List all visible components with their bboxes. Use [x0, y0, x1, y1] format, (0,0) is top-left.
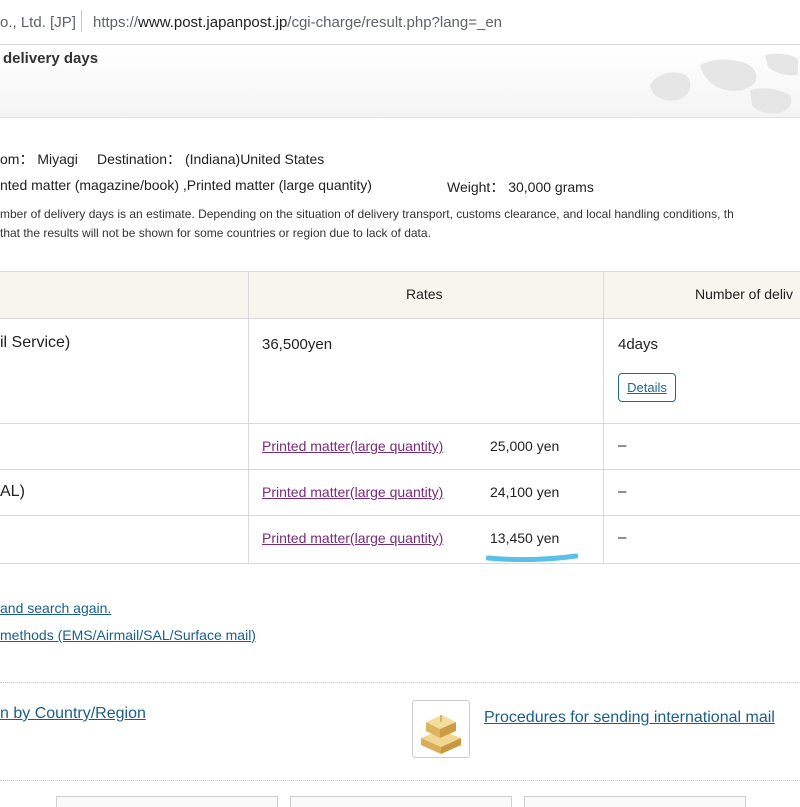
row-divider: [0, 469, 800, 470]
page-header: delivery days: [0, 45, 800, 118]
destination-label: Destination：: [97, 151, 182, 167]
site-identity-label[interactable]: o., Ltd. [JP]: [0, 14, 76, 31]
row-divider: [0, 515, 800, 516]
column-divider: [248, 272, 249, 563]
weight-value: 30,000 grams: [508, 179, 594, 195]
destination-info: Destination： (Indiana)United States: [97, 149, 324, 169]
rates-column-header: Rates: [406, 286, 443, 302]
bottom-tab[interactable]: [290, 796, 512, 807]
delivery-days-value: –: [618, 437, 627, 454]
delivery-days-column-header: Number of deliv: [695, 286, 794, 302]
url-host: www.post.japanpost.jp: [138, 14, 288, 31]
results-table: Rates Number of deliv: [0, 271, 800, 564]
rate-value: 36,500yen: [262, 336, 333, 353]
highlight-mark: [486, 553, 578, 562]
table-header-row: [0, 272, 800, 319]
printed-matter-link[interactable]: Printed matter(large quantity): [262, 530, 443, 546]
printed-matter-link[interactable]: Printed matter(large quantity): [262, 438, 443, 454]
item-type-info: nted matter (magazine/book) ,Printed mat…: [0, 177, 372, 193]
notice-line-2: that the results will not be shown for s…: [0, 226, 431, 240]
details-button[interactable]: Details: [618, 373, 676, 402]
weight-info: Weight： 30,000 grams: [447, 177, 594, 197]
service-name: AL): [0, 483, 25, 500]
rate-value: 25,000 yen: [490, 438, 560, 454]
rate-value: 24,100 yen: [490, 484, 560, 500]
origin-label: om：: [0, 151, 34, 167]
shipping-methods-link[interactable]: methods (EMS/Airmail/SAL/Surface mail): [0, 627, 256, 643]
cardboard-boxes-icon[interactable]: [412, 700, 470, 758]
browser-address-bar[interactable]: o., Ltd. [JP] https://www.post.japanpost…: [0, 0, 800, 45]
row-divider: [0, 423, 800, 424]
service-name: il Service): [0, 334, 71, 351]
bottom-tab[interactable]: [524, 796, 746, 807]
divider: [0, 682, 800, 683]
page-title: delivery days: [3, 50, 99, 67]
rate-value: 13,450 yen: [490, 530, 560, 546]
url-text[interactable]: https://www.post.japanpost.jp/cgi-charge…: [93, 14, 502, 31]
printed-matter-link[interactable]: Printed matter(large quantity): [262, 484, 443, 500]
delivery-days-value: 4days: [618, 336, 659, 353]
notice-line-1: mber of delivery days is an estimate. De…: [0, 207, 734, 221]
url-prefix: https://: [93, 14, 139, 31]
world-map-icon: [650, 53, 798, 114]
divider: [0, 780, 800, 781]
weight-label: Weight：: [447, 179, 505, 195]
procedures-link[interactable]: Procedures for sending international mai…: [484, 705, 784, 731]
bottom-tab[interactable]: [56, 796, 278, 807]
delivery-days-value: –: [618, 483, 627, 500]
column-divider: [603, 272, 604, 563]
url-path: /cgi-charge/result.php?lang=_en: [287, 14, 503, 31]
by-country-link[interactable]: n by Country/Region: [0, 705, 146, 723]
destination-value: (Indiana)United States: [184, 151, 325, 167]
origin-info: om： Miyagi: [0, 149, 78, 169]
search-again-link[interactable]: and search again.: [0, 600, 111, 616]
address-separator: [81, 10, 82, 32]
origin-value: Miyagi: [37, 151, 78, 167]
delivery-days-value: –: [618, 529, 627, 546]
